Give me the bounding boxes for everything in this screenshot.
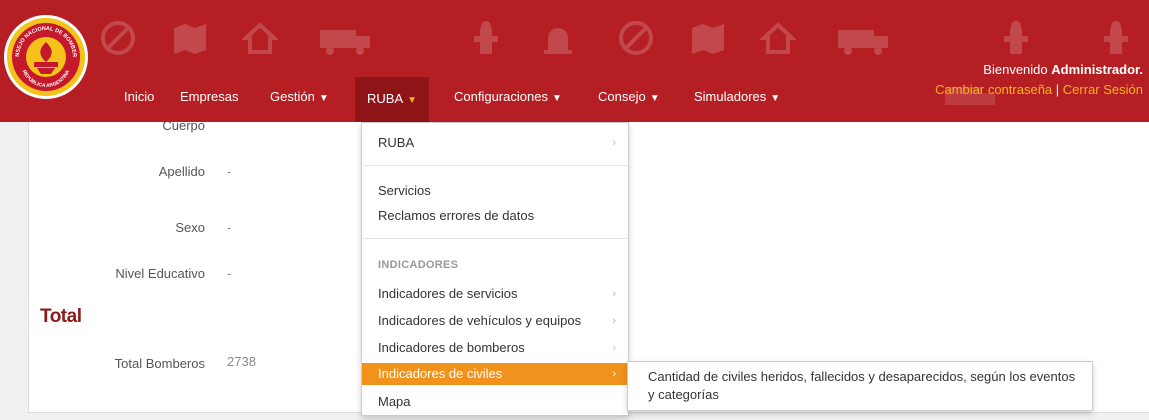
sexo-value: - [227, 220, 232, 235]
welcome-user: Administrador. [1051, 62, 1143, 77]
sexo-label: Sexo [175, 220, 205, 235]
menu-item-ruba-label: RUBA [378, 135, 415, 150]
menu-divider [363, 238, 627, 239]
account-links: Cambiar contraseña | Cerrar Sesión [935, 82, 1143, 97]
logout-link[interactable]: Cerrar Sesión [1063, 82, 1143, 97]
chevron-right-icon: › [612, 368, 616, 380]
civiles-submenu: Cantidad de civiles heridos, fallecidos … [627, 361, 1093, 411]
nav-inicio[interactable]: Inicio [124, 89, 154, 104]
apellido-value: - [227, 164, 232, 179]
chevron-right-icon: › [612, 315, 616, 327]
nav-simuladores-label: Simuladores [694, 89, 767, 104]
chevron-down-icon: ▼ [770, 93, 781, 104]
logo-emblem: CONSEJO NACIONAL DE BOMBEROS REPÚBLICA A… [7, 18, 80, 91]
menu-item-mapa[interactable]: Mapa [362, 391, 628, 413]
fire-truck-icon-2 [838, 30, 888, 55]
menu-item-ind-bomberos-label: Indicadores de bomberos [378, 340, 525, 355]
total-bomberos-label: Total Bomberos [114, 356, 205, 371]
nav-simuladores[interactable]: Simuladores ▼ [694, 89, 780, 104]
siren-icon [544, 28, 572, 54]
nav-gestion[interactable]: Gestión ▼ [270, 89, 329, 104]
nav-ruba[interactable]: RUBA ▼ [355, 77, 430, 122]
link-separator: | [1055, 82, 1060, 97]
chevron-right-icon: › [612, 342, 616, 354]
nav-inicio-label: Inicio [124, 89, 155, 104]
nav-empresas[interactable]: Empresas [180, 89, 239, 104]
map-icon-2 [692, 24, 724, 54]
menu-item-servicios-label: Servicios [378, 183, 431, 198]
consejo-bomberos-logo[interactable]: CONSEJO NACIONAL DE BOMBEROS REPÚBLICA A… [4, 15, 88, 99]
nav-ruba-label: RUBA [367, 91, 404, 106]
chevron-down-icon: ▼ [649, 93, 660, 104]
total-bomberos-value: 2738 [227, 354, 256, 369]
menu-item-ruba[interactable]: RUBA › [362, 132, 628, 154]
nav-configuraciones-label: Configuraciones [454, 89, 548, 104]
menu-item-ind-vehiculos-label: Indicadores de vehículos y equipos [378, 313, 582, 328]
menu-item-mapa-label: Mapa [378, 394, 411, 409]
hydrant-icon [474, 21, 498, 54]
menu-item-ind-vehiculos[interactable]: Indicadores de vehículos y equipos › [362, 310, 628, 332]
change-password-link[interactable]: Cambiar contraseña [935, 82, 1052, 97]
nivel-educativo-label: Nivel Educativo [115, 266, 205, 281]
chevron-right-icon: › [612, 137, 616, 149]
hydrant-icon-3 [1104, 21, 1128, 54]
chevron-down-icon: ▼ [318, 93, 329, 104]
submenu-item-civiles-heridos[interactable]: Cantidad de civiles heridos, fallecidos … [648, 368, 1078, 404]
nav-gestion-label: Gestión [270, 89, 315, 104]
welcome-message: Bienvenido Administrador. [983, 62, 1143, 77]
chevron-right-icon: › [612, 288, 616, 300]
menu-item-ind-bomberos[interactable]: Indicadores de bomberos › [362, 337, 628, 359]
menu-item-reclamos[interactable]: Reclamos errores de datos [362, 205, 628, 227]
house-fire-icon [242, 22, 278, 54]
menu-item-ind-civiles-label: Indicadores de civiles [378, 366, 503, 381]
menu-item-reclamos-label: Reclamos errores de datos [378, 208, 535, 223]
menu-divider [363, 165, 627, 166]
cuerpo-label: Cuerpo [162, 118, 205, 133]
indicadores-header: INDICADORES [378, 259, 459, 271]
ruba-dropdown-menu: RUBA › Servicios Reclamos errores de dato… [361, 122, 629, 416]
apellido-label: Apellido [158, 164, 205, 179]
fire-truck-icon [320, 30, 370, 55]
menu-item-servicios[interactable]: Servicios [362, 180, 628, 202]
nav-consejo-label: Consejo [598, 89, 646, 104]
no-smoking-icon-2 [619, 21, 653, 55]
chevron-down-icon: ▼ [407, 95, 418, 106]
nivel-educativo-value: - [227, 266, 232, 281]
chevron-down-icon: ▼ [551, 93, 562, 104]
no-smoking-icon [101, 21, 135, 55]
total-heading: Total [40, 306, 82, 327]
map-icon [174, 24, 206, 54]
top-navbar: CONSEJO NACIONAL DE BOMBEROS REPÚBLICA A… [0, 0, 1149, 122]
menu-item-ind-servicios[interactable]: Indicadores de servicios › [362, 283, 628, 305]
welcome-prefix: Bienvenido [983, 62, 1048, 77]
menu-item-ind-servicios-label: Indicadores de servicios [378, 286, 518, 301]
house-fire-icon-2 [760, 22, 796, 54]
hydrant-icon-2 [1004, 21, 1028, 54]
nav-configuraciones[interactable]: Configuraciones ▼ [454, 89, 562, 104]
nav-consejo[interactable]: Consejo ▼ [598, 89, 660, 104]
menu-item-ind-civiles[interactable]: Indicadores de civiles › [362, 363, 628, 385]
nav-empresas-label: Empresas [180, 89, 239, 104]
